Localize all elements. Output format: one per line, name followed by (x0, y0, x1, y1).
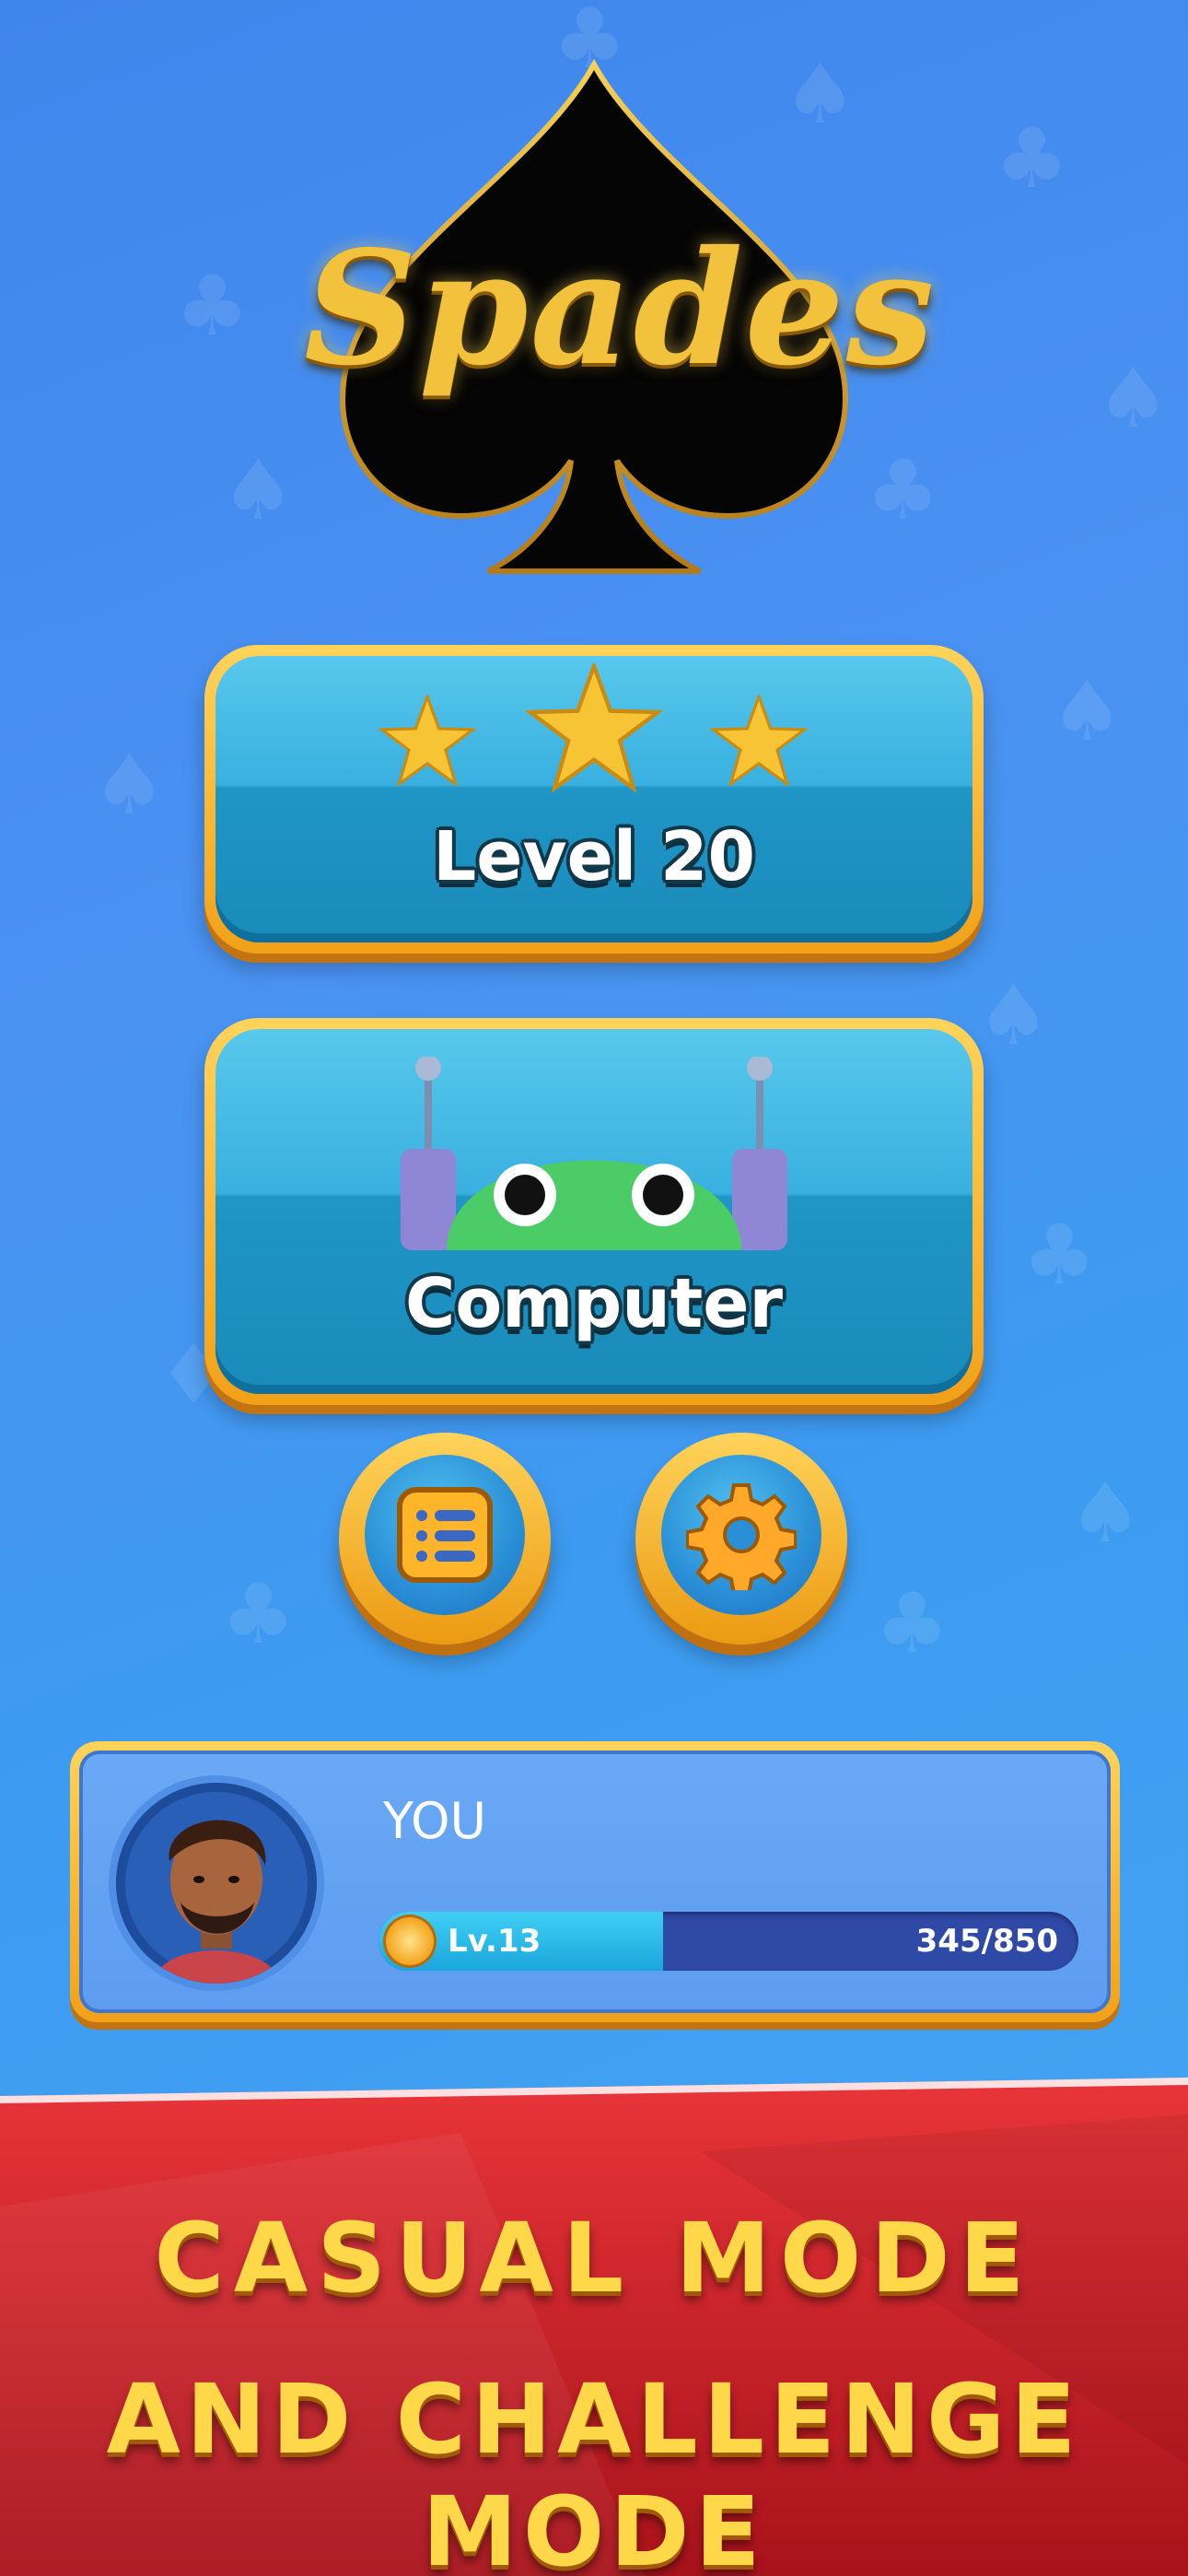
settings-button-face[interactable] (661, 1455, 821, 1615)
settings-button[interactable] (635, 1433, 847, 1645)
star-icon (708, 695, 809, 787)
gear-icon (686, 1483, 797, 1590)
xp-count: 345/850 (915, 1923, 1058, 1960)
banner-line-1: CASUAL MODE (154, 2202, 1034, 2314)
computer-button[interactable]: Computer (204, 1018, 984, 1405)
player-level: Lv.13 (448, 1923, 542, 1960)
xp-progress-bar: Lv.13 345/850 (379, 1912, 1078, 1971)
avatar[interactable] (116, 1783, 317, 1984)
list-icon (397, 1487, 493, 1583)
robot-icon (401, 1057, 787, 1250)
player-profile-inner: YOU Lv.13 345/850 (79, 1751, 1111, 2013)
level-button[interactable]: Level 20 (204, 645, 984, 954)
menu-button[interactable] (339, 1433, 551, 1645)
computer-button-label: Computer (405, 1264, 783, 1343)
logo-title: Spades (304, 217, 937, 401)
menu-button-face[interactable] (365, 1455, 525, 1615)
star-icon (377, 695, 478, 787)
level-star-icon (386, 1917, 434, 1965)
promo-banner: CASUAL MODE AND CHALLENGE MODE (0, 2078, 1188, 2576)
player-avatar-icon (153, 1820, 280, 1984)
computer-button-face[interactable]: Computer (215, 1029, 973, 1394)
level-button-label: Level 20 (433, 817, 755, 896)
game-logo: Spades (304, 55, 937, 580)
star-icon (524, 663, 664, 792)
banner-line-2: AND CHALLENGE MODE (106, 2363, 1082, 2576)
player-name: YOU (383, 1792, 487, 1850)
player-profile-panel: YOU Lv.13 345/850 (70, 1741, 1120, 2022)
level-button-face[interactable]: Level 20 (215, 656, 973, 943)
